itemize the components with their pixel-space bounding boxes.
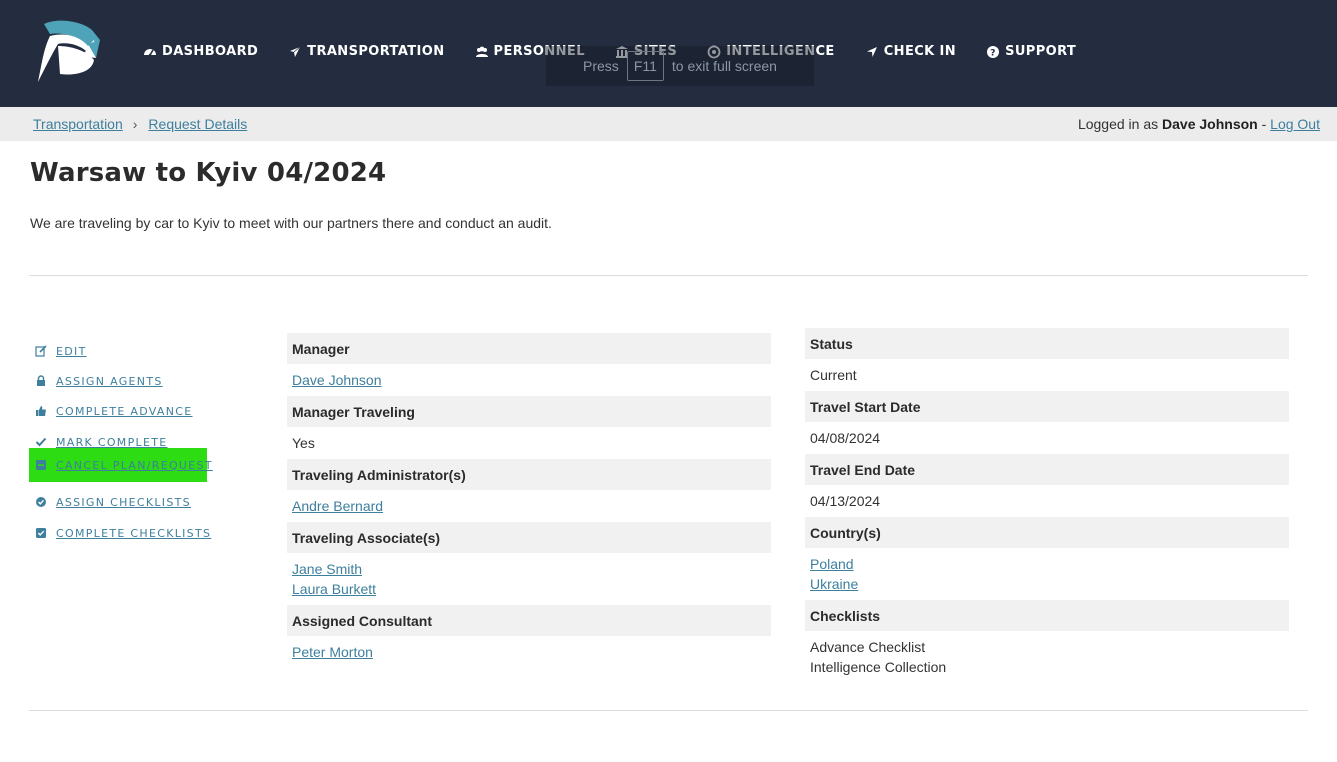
start-date-value: 04/08/2024: [810, 430, 881, 446]
nav-label: SUPPORT: [1005, 44, 1077, 59]
edit-icon: [35, 345, 47, 357]
nav-label: DASHBOARD: [162, 44, 259, 59]
logout-link[interactable]: Log Out: [1270, 116, 1320, 132]
nav-transportation[interactable]: TRANSPORTATION: [288, 44, 444, 59]
breadcrumb-request-details[interactable]: Request Details: [148, 116, 247, 132]
consultant-link[interactable]: Peter Morton: [292, 642, 766, 662]
manager-traveling-heading: Manager Traveling: [287, 396, 771, 427]
session-info: Logged in as Dave Johnson - Log Out: [1078, 116, 1320, 132]
action-complete-advance[interactable]: COMPLETE ADVANCE: [29, 394, 207, 428]
action-label[interactable]: COMPLETE CHECKLISTS: [56, 527, 211, 540]
associate-link[interactable]: Laura Burkett: [292, 579, 766, 599]
action-label[interactable]: CANCEL PLAN/REQUEST: [56, 459, 213, 472]
svg-text:?: ?: [990, 48, 996, 58]
app-logo[interactable]: [36, 18, 102, 86]
fullscreen-notice: Press F11 to exit full screen: [546, 46, 814, 86]
fullscreen-notice-press: Press: [583, 58, 619, 74]
action-complete-checklists[interactable]: COMPLETE CHECKLISTS: [29, 516, 210, 550]
checklists-value: Advance Checklist Intelligence Collectio…: [805, 631, 1289, 683]
manager-value: Dave Johnson: [287, 364, 771, 396]
country-link[interactable]: Poland: [810, 554, 1284, 574]
plane-icon: [288, 45, 302, 59]
action-label[interactable]: EDIT: [56, 345, 87, 358]
nav-label: TRANSPORTATION: [307, 44, 445, 59]
checklist-item: Intelligence Collection: [810, 659, 947, 675]
manager-link[interactable]: Dave Johnson: [292, 370, 766, 390]
breadcrumb-transportation[interactable]: Transportation: [33, 116, 123, 132]
users-icon: [475, 45, 489, 59]
action-label[interactable]: ASSIGN CHECKLISTS: [56, 496, 191, 509]
action-cancel-plan-request[interactable]: CANCEL PLAN/REQUEST: [29, 448, 212, 482]
check-square-icon: [35, 527, 47, 539]
consultant-value: Peter Morton: [287, 636, 771, 668]
breadcrumb-bar: Transportation › Request Details Logged …: [0, 107, 1337, 141]
end-date-heading: Travel End Date: [805, 454, 1289, 485]
checklist-item: Advance Checklist: [810, 639, 926, 655]
logged-in-prefix: Logged in as: [1077, 116, 1159, 132]
countries-value: Poland Ukraine: [805, 548, 1289, 600]
end-date-value: 04/13/2024: [810, 493, 881, 509]
admins-heading: Traveling Administrator(s): [287, 459, 771, 490]
nav-support[interactable]: ? SUPPORT: [986, 44, 1076, 59]
fullscreen-notice-text: to exit full screen: [671, 58, 777, 74]
divider-bottom: [29, 710, 1308, 711]
details-panel-left: Manager Dave Johnson Manager Traveling Y…: [287, 333, 771, 668]
associates-heading: Traveling Associate(s): [287, 522, 771, 553]
lock-icon: [35, 375, 47, 387]
nav-dashboard[interactable]: DASHBOARD: [143, 44, 258, 59]
associates-value: Jane Smith Laura Burkett: [287, 553, 771, 605]
location-arrow-icon: [865, 45, 879, 59]
action-assign-agents[interactable]: ASSIGN AGENTS: [29, 364, 207, 398]
details-panel-right: Status Current Travel Start Date 04/08/2…: [805, 328, 1289, 683]
nav-check-in[interactable]: CHECK IN: [865, 44, 956, 59]
top-navbar: DASHBOARD TRANSPORTATION PERSONNEL SITES…: [0, 0, 1337, 107]
consultant-heading: Assigned Consultant: [287, 605, 771, 636]
dashboard-icon: [143, 45, 157, 59]
checklists-heading: Checklists: [805, 600, 1289, 631]
logged-in-user: Dave Johnson: [1162, 116, 1258, 132]
admin-link[interactable]: Andre Bernard: [292, 496, 766, 516]
page-title: Warsaw to Kyiv 04/2024: [30, 158, 387, 188]
status-value: Current: [810, 367, 857, 383]
nav-label: CHECK IN: [883, 44, 957, 59]
associate-link[interactable]: Jane Smith: [292, 559, 766, 579]
minus-square-icon: [35, 459, 47, 471]
action-edit[interactable]: EDIT: [29, 334, 207, 368]
start-date-heading: Travel Start Date: [805, 391, 1289, 422]
question-circle-icon: ?: [986, 45, 1000, 59]
divider-top: [29, 275, 1308, 276]
action-label[interactable]: ASSIGN AGENTS: [56, 375, 163, 388]
admins-value: Andre Bernard: [287, 490, 771, 522]
action-assign-checklists[interactable]: ASSIGN CHECKLISTS: [29, 485, 207, 519]
check-circle-icon: [35, 496, 47, 508]
breadcrumb-separator: ›: [132, 116, 138, 132]
status-heading: Status: [805, 328, 1289, 359]
country-link[interactable]: Ukraine: [810, 574, 1284, 594]
manager-traveling-value: Yes: [292, 435, 315, 451]
checkmark-icon: [35, 436, 47, 448]
thumbs-up-icon: [35, 405, 47, 417]
countries-heading: Country(s): [805, 517, 1289, 548]
breadcrumb: Transportation › Request Details: [33, 116, 247, 132]
session-dash: -: [1261, 116, 1267, 132]
fullscreen-notice-key: F11: [626, 51, 664, 81]
action-label[interactable]: COMPLETE ADVANCE: [56, 405, 193, 418]
action-label[interactable]: MARK COMPLETE: [56, 436, 167, 449]
page-description: We are traveling by car to Kyiv to meet …: [30, 215, 552, 231]
manager-heading: Manager: [287, 333, 771, 364]
